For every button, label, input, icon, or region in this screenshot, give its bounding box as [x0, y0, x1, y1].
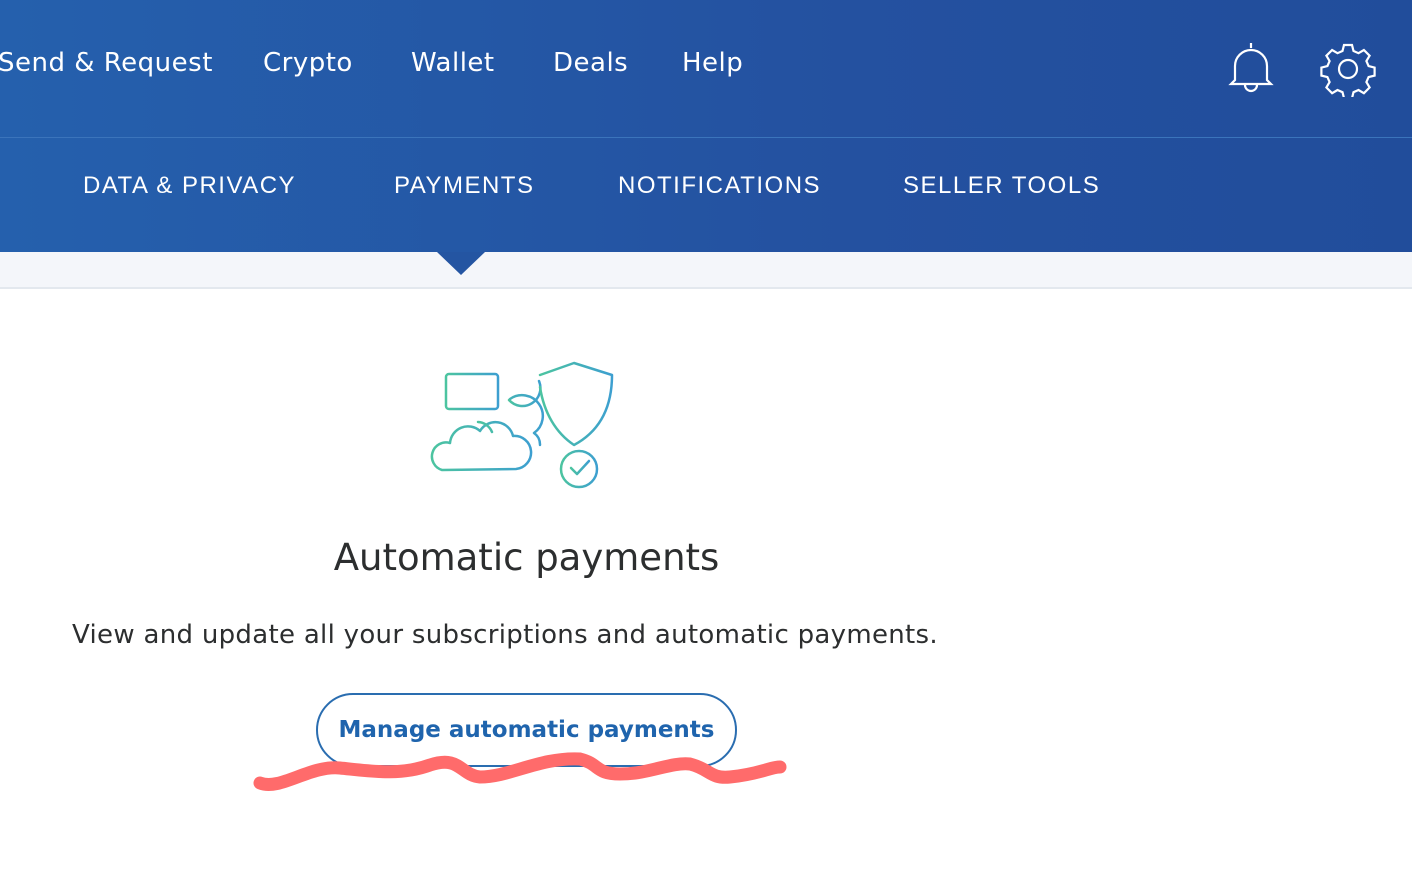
active-tab-indicator	[437, 252, 485, 275]
tab-payments[interactable]: PAYMENTS	[394, 172, 534, 200]
nav-crypto[interactable]: Crypto	[263, 48, 353, 78]
card-cloud-shield-illustration	[430, 361, 614, 489]
tab-seller-tools[interactable]: SELLER TOOLS	[903, 172, 1100, 200]
nav-wallet[interactable]: Wallet	[411, 48, 495, 78]
tab-notifications[interactable]: NOTIFICATIONS	[618, 172, 821, 200]
bell-icon[interactable]	[1226, 40, 1276, 95]
page-title: Automatic payments	[333, 536, 720, 579]
tab-data-privacy[interactable]: DATA & PRIVACY	[83, 172, 296, 200]
nav-help[interactable]: Help	[682, 48, 743, 78]
annotation-underline	[253, 752, 787, 791]
top-navigation: Send & Request Crypto Wallet Deals Help	[0, 0, 1412, 138]
gear-icon[interactable]	[1320, 41, 1376, 97]
sub-bar	[0, 252, 1412, 289]
header: Send & Request Crypto Wallet Deals Help …	[0, 0, 1412, 252]
page-description: View and update all your subscriptions a…	[72, 620, 938, 650]
nav-send-request[interactable]: Send & Request	[0, 48, 213, 78]
nav-deals[interactable]: Deals	[553, 48, 628, 78]
